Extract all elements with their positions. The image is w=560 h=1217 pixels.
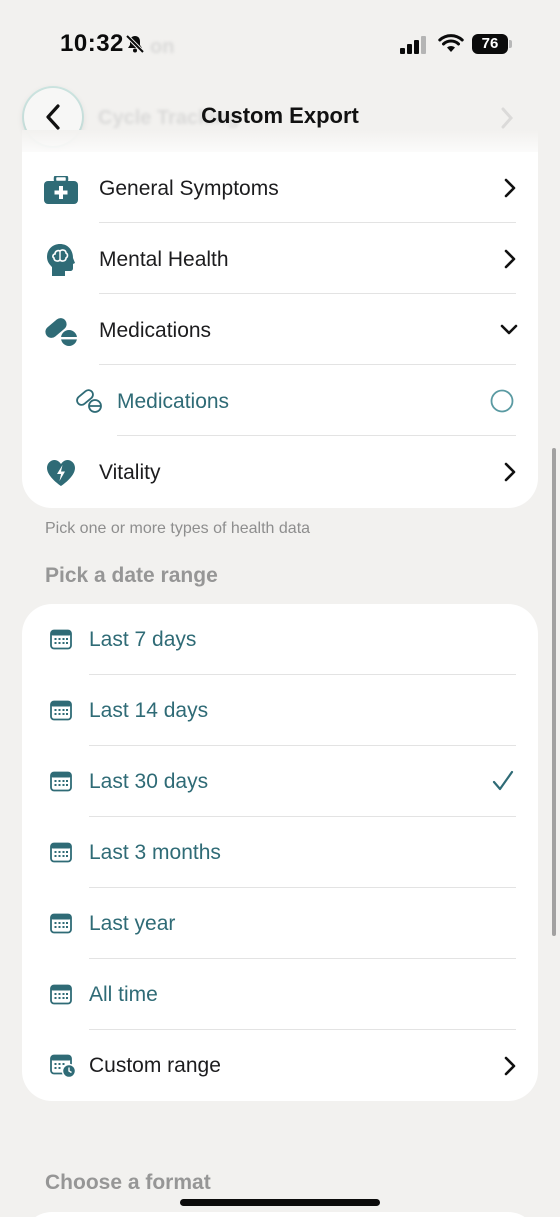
health-type-row-medications[interactable]: Medications bbox=[22, 294, 538, 365]
chevron-down-icon bbox=[500, 324, 518, 335]
heart-bolt-icon bbox=[47, 460, 75, 486]
scrollbar[interactable] bbox=[552, 448, 556, 936]
format-header: Choose a format bbox=[45, 1171, 211, 1194]
calendar-icon bbox=[50, 629, 72, 650]
pills-icon bbox=[45, 318, 78, 346]
battery-indicator: 76 bbox=[472, 34, 512, 54]
status-bar: on 10:32 76 bbox=[0, 0, 560, 92]
status-time: 10:32 bbox=[60, 30, 124, 57]
ghost-status-text: on bbox=[150, 36, 175, 58]
date-range-label: Last year bbox=[89, 912, 176, 935]
chevron-right-icon bbox=[504, 1056, 516, 1076]
format-card bbox=[22, 1212, 538, 1217]
date-range-option[interactable]: Last 7 days bbox=[22, 604, 538, 675]
calendar-icon bbox=[50, 984, 72, 1005]
bell-slash-icon bbox=[125, 34, 145, 54]
date-range-option[interactable]: Last 3 months bbox=[22, 817, 538, 888]
health-type-row-vitality[interactable]: Vitality bbox=[22, 436, 538, 507]
page-title: Custom Export bbox=[201, 103, 359, 128]
screen: on 10:32 76 Cycle Tracking Custom Export… bbox=[0, 0, 560, 1217]
date-range-card: Last 7 days Last 14 days Last 30 days La… bbox=[22, 604, 538, 1101]
home-indicator[interactable] bbox=[180, 1199, 380, 1206]
calendar-icon bbox=[50, 842, 72, 863]
health-type-label: General Symptoms bbox=[99, 177, 279, 200]
health-type-label: Vitality bbox=[99, 461, 161, 484]
wifi-icon bbox=[438, 34, 464, 52]
calendar-icon bbox=[50, 913, 72, 934]
date-range-option[interactable]: Last 14 days bbox=[22, 675, 538, 746]
first-aid-kit-icon bbox=[44, 176, 78, 204]
chevron-right-icon bbox=[504, 178, 516, 198]
date-range-label: Last 14 days bbox=[89, 699, 209, 722]
brain-head-icon bbox=[47, 244, 75, 276]
checkmark-icon bbox=[492, 770, 514, 791]
chevron-right-icon bbox=[504, 249, 516, 269]
pill-outline-icon bbox=[76, 389, 102, 413]
date-range-label: Last 3 months bbox=[89, 841, 221, 864]
ghost-chevron-icon bbox=[501, 107, 514, 129]
date-range-option[interactable]: All time bbox=[22, 959, 538, 1030]
calendar-icon bbox=[50, 700, 72, 721]
health-type-label: Mental Health bbox=[99, 248, 229, 271]
calendar-clock-icon bbox=[50, 1054, 76, 1078]
medication-subitem-label: Medications bbox=[117, 390, 230, 413]
date-range-option-selected[interactable]: Last 30 days bbox=[22, 746, 538, 817]
chevron-right-icon bbox=[504, 462, 516, 482]
health-types-card: General Symptoms Mental Health Medicatio… bbox=[22, 152, 538, 508]
date-range-label: Custom range bbox=[89, 1054, 221, 1077]
medication-subitem-row[interactable]: Medications bbox=[22, 365, 538, 436]
health-type-row-general-symptoms[interactable]: General Symptoms bbox=[22, 152, 538, 223]
health-types-hint: Pick one or more types of health data bbox=[45, 520, 311, 537]
date-range-label: Last 7 days bbox=[89, 628, 197, 651]
date-range-label: Last 30 days bbox=[89, 770, 209, 793]
health-type-row-mental-health[interactable]: Mental Health bbox=[22, 223, 538, 294]
date-range-label: All time bbox=[89, 983, 158, 1006]
date-range-header: Pick a date range bbox=[45, 564, 218, 587]
calendar-icon bbox=[50, 771, 72, 792]
battery-level: 76 bbox=[472, 34, 508, 54]
date-range-option[interactable]: Last year bbox=[22, 888, 538, 959]
health-type-label: Medications bbox=[99, 319, 212, 342]
date-range-option-custom[interactable]: Custom range bbox=[22, 1030, 538, 1101]
radio-unselected-icon[interactable] bbox=[490, 389, 514, 413]
cellular-signal-icon bbox=[400, 36, 426, 54]
